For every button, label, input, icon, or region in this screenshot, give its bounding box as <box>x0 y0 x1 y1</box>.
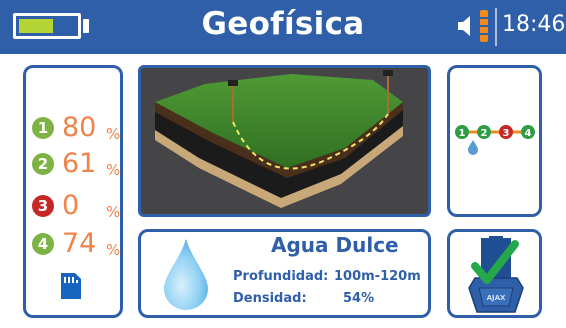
sensor-percent-4: 74 <box>62 228 97 259</box>
sensor-percent-2: 61 <box>62 148 97 179</box>
sensor-badge-2: 2 <box>32 153 54 175</box>
result-info-panel: Agua Dulce Profundidad: 100m-120m Densid… <box>138 229 431 318</box>
header-bar: Geofísica 18:46 <box>0 0 566 54</box>
chain-node-1: 1 <box>455 125 469 139</box>
depth-value: 100m-120m <box>334 269 421 284</box>
soil-cross-section-illustration <box>155 70 403 208</box>
sensor-unit-1: % <box>106 125 121 143</box>
svg-text:1: 1 <box>459 128 466 139</box>
sensor-badge-3: 3 <box>32 195 54 217</box>
sensor-chain-diagram: 1 2 3 4 <box>455 125 535 155</box>
chain-node-3: 3 <box>499 125 513 139</box>
sensor-unit-2: % <box>106 161 121 179</box>
device-checkmark-icon: AJAX <box>468 236 524 313</box>
density-value: 54% <box>343 291 375 306</box>
geophysics-screen: Geofísica 18:46 1 80 % 2 61 % 3 0 % 4 74… <box>0 0 566 328</box>
sensor-unit-3: % <box>106 203 121 221</box>
svg-text:2: 2 <box>481 128 488 139</box>
signal-icon <box>480 10 488 42</box>
density-label: Densidad: <box>233 291 307 306</box>
chain-node-4: 4 <box>521 125 535 139</box>
svg-text:4: 4 <box>525 128 532 139</box>
water-drop-icon <box>468 140 478 155</box>
depth-label: Profundidad: <box>233 269 329 284</box>
sd-card-icon[interactable] <box>59 271 83 301</box>
water-drop-icon <box>164 239 208 310</box>
sensor-percent-3: 0 <box>62 190 80 221</box>
sensor-badge-1: 1 <box>32 117 54 139</box>
clock-separator <box>495 8 497 46</box>
sensor-badge-4: 4 <box>32 233 54 255</box>
svg-text:AJAX: AJAX <box>487 294 506 302</box>
soil-cross-section-view <box>138 65 431 217</box>
sensor-readings-panel: 1 80 % 2 61 % 3 0 % 4 74 % <box>23 65 123 318</box>
sensor-percent-1: 80 <box>62 112 97 143</box>
speaker-icon[interactable] <box>456 15 476 37</box>
svg-text:3: 3 <box>503 128 510 139</box>
clock: 18:46 <box>502 12 566 37</box>
device-status-panel[interactable]: AJAX <box>447 229 542 318</box>
chain-node-2: 2 <box>477 125 491 139</box>
sensor-chain-panel: 1 2 3 4 <box>447 65 542 217</box>
result-title: Agua Dulce <box>271 233 399 257</box>
sensor-unit-4: % <box>106 241 121 259</box>
